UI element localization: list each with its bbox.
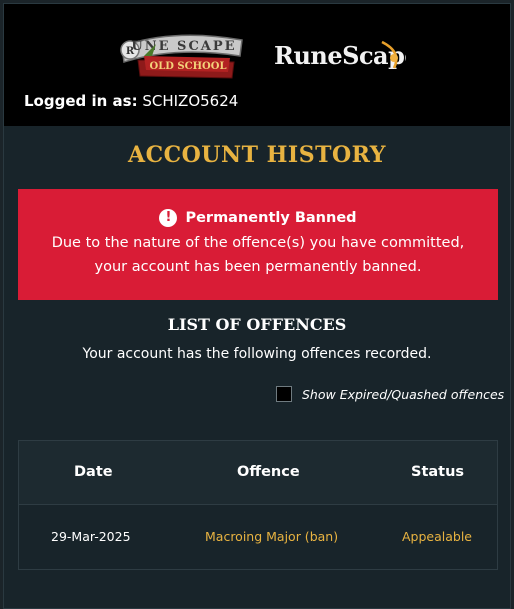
alert-message-line1: Due to the nature of the offence(s) you … xyxy=(51,235,465,251)
alert-header: ! Permanently Banned xyxy=(18,209,498,227)
ban-alert: ! Permanently Banned Due to the nature o… xyxy=(18,189,498,300)
table-header: Date Offence Status xyxy=(19,441,497,505)
offences-table: Date Offence Status 29-Mar-2025 Macroing… xyxy=(18,440,498,570)
runescape-logo[interactable]: RuneScape xyxy=(270,34,406,76)
offences-title: LIST OF OFFENCES xyxy=(167,315,347,334)
svg-text:UNE SCAPE: UNE SCAPE xyxy=(131,39,236,54)
logged-in-status: Logged in as: SCHIZO5624 xyxy=(24,92,238,110)
column-header-date: Date xyxy=(74,464,113,480)
alert-title: Permanently Banned xyxy=(185,210,357,226)
exclamation-circle-icon: ! xyxy=(159,209,178,227)
offence-date: 29-Mar-2025 xyxy=(51,529,131,544)
svg-text:OLD SCHOOL: OLD SCHOOL xyxy=(150,61,227,72)
header: R UNE SCAPE OLD SCHOOL RuneScape Logged … xyxy=(4,4,510,126)
show-expired-label[interactable]: Show Expired/Quashed offences xyxy=(302,387,504,402)
offences-subtitle: Your account has the following offences … xyxy=(82,346,432,362)
column-header-offence: Offence xyxy=(237,464,300,480)
runescape-old-school-logo[interactable]: R UNE SCAPE OLD SCHOOL xyxy=(114,26,252,84)
show-expired-toggle[interactable]: Show Expired/Quashed offences xyxy=(276,386,504,402)
page-title: ACCOUNT HISTORY xyxy=(128,142,386,168)
column-header-status: Status xyxy=(411,464,465,480)
alert-message-line2: your account has been permanently banned… xyxy=(94,259,422,275)
username: SCHIZO5624 xyxy=(142,92,239,110)
page-frame: R UNE SCAPE OLD SCHOOL RuneScape Logged … xyxy=(3,3,511,609)
offence-status[interactable]: Appealable xyxy=(402,529,472,544)
show-expired-checkbox[interactable] xyxy=(276,386,292,402)
table-row: 29-Mar-2025 Macroing Major (ban) Appeala… xyxy=(19,505,497,569)
offence-name: Macroing Major (ban) xyxy=(205,529,339,544)
logged-in-label: Logged in as: xyxy=(24,92,138,110)
